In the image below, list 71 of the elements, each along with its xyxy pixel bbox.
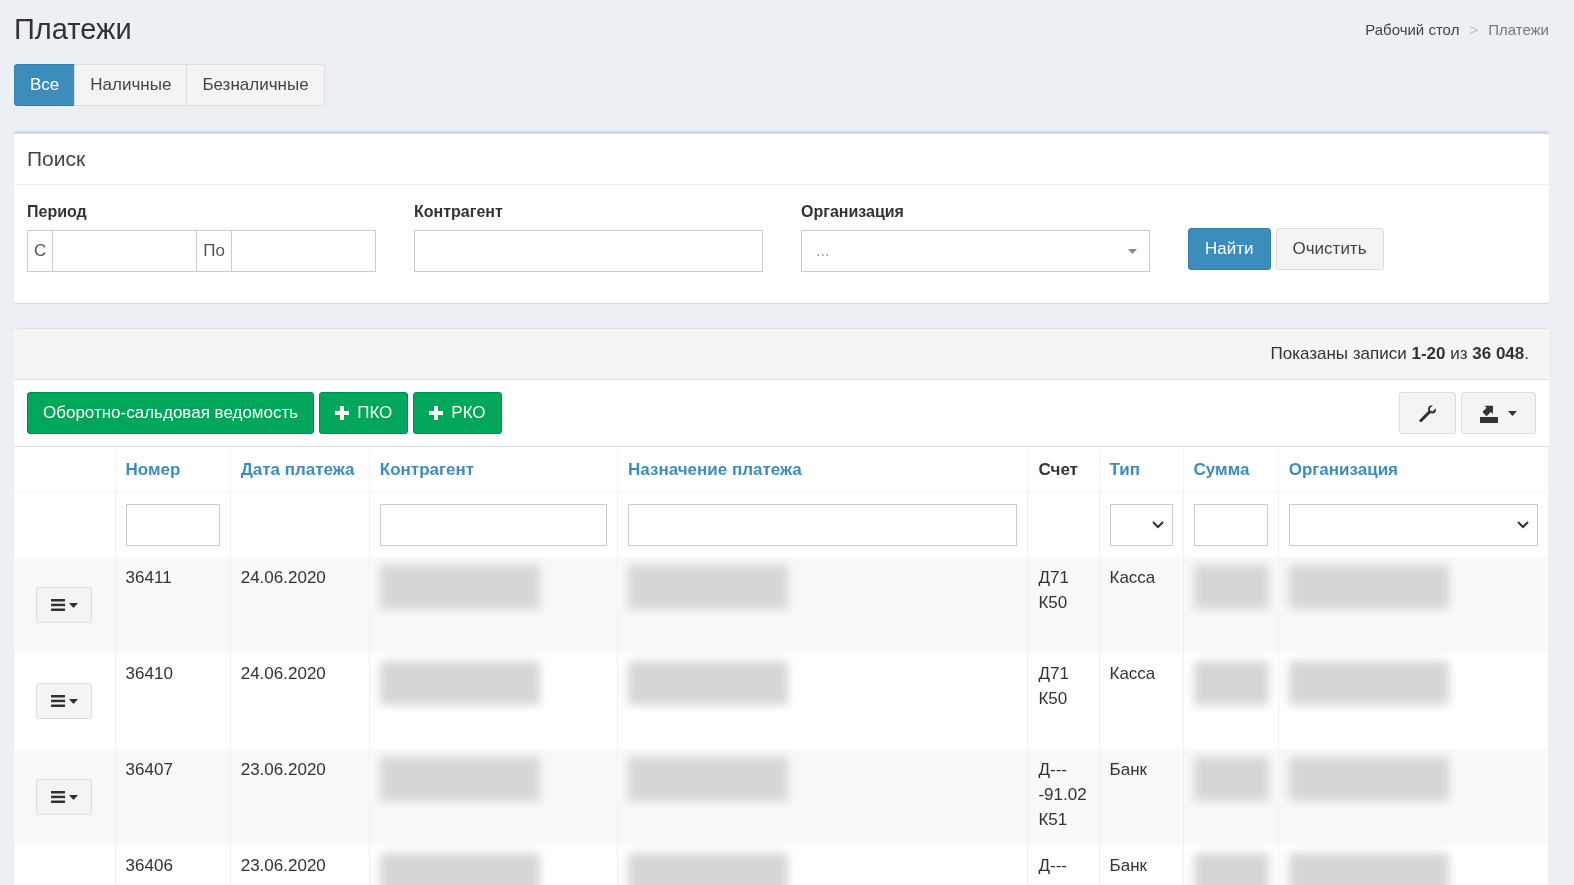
tab[interactable]: Все bbox=[14, 64, 76, 106]
table-cell-text: Банк bbox=[1109, 759, 1148, 781]
wrench-icon bbox=[1418, 403, 1437, 423]
select-field[interactable]: ... bbox=[801, 230, 1150, 272]
table-cell-text: Касса bbox=[1109, 567, 1157, 589]
input-addon: По bbox=[197, 230, 232, 272]
menu-icon bbox=[50, 791, 65, 803]
caret-icon bbox=[68, 698, 78, 704]
caret-icon bbox=[1128, 248, 1137, 254]
clear-button[interactable]: Очистить bbox=[1275, 228, 1384, 270]
date-to-field[interactable] bbox=[232, 230, 376, 272]
records-summary: Показаны записи 1-20 из 36 048. bbox=[1270, 344, 1529, 364]
input-field[interactable] bbox=[414, 230, 763, 272]
tab[interactable]: Безналичные bbox=[186, 64, 325, 106]
menu-icon bbox=[50, 599, 65, 611]
settings-button[interactable] bbox=[1399, 392, 1456, 434]
filter-field[interactable] bbox=[1193, 504, 1268, 546]
export-button[interactable] bbox=[1461, 392, 1536, 434]
column-sort-link[interactable]: Организация bbox=[1278, 447, 1549, 493]
filter-select[interactable] bbox=[1109, 504, 1173, 546]
column-header: Счет bbox=[1027, 447, 1099, 493]
field-label: Организация bbox=[801, 203, 905, 222]
search-button[interactable]: Найти bbox=[1188, 228, 1271, 270]
field-label: Период bbox=[27, 203, 88, 222]
breadcrumb-separator: > bbox=[1469, 20, 1479, 38]
breadcrumb-current: Платежи bbox=[1488, 20, 1549, 38]
chevron-icon bbox=[1151, 521, 1164, 529]
table-cell-text: Банк bbox=[1109, 855, 1148, 877]
table-cell-text: Д71 К50 bbox=[1038, 663, 1070, 710]
filter-field[interactable] bbox=[628, 504, 1018, 546]
table-cell-text: 36410 bbox=[125, 663, 174, 685]
input-addon: С bbox=[27, 230, 54, 272]
date-from-field[interactable] bbox=[53, 230, 198, 272]
table-cell-text: 36411 bbox=[125, 567, 173, 589]
column-sort-link[interactable]: Тип bbox=[1099, 447, 1184, 493]
table-cell-text: Д--- bbox=[1038, 855, 1068, 877]
table-cell-text: Д----91.02 К51 bbox=[1038, 759, 1088, 831]
table-cell-text: 24.06.2020 bbox=[240, 663, 327, 685]
menu-icon bbox=[50, 695, 65, 707]
table-cell-text: Касса bbox=[1109, 663, 1157, 685]
page-title: Платежи bbox=[14, 12, 132, 46]
column-sort-link[interactable]: Дата платежа bbox=[230, 447, 370, 493]
table-cell-text: 36407 bbox=[125, 759, 174, 781]
field-label: Контрагент bbox=[414, 203, 504, 222]
filter-field[interactable] bbox=[125, 504, 220, 546]
filter-field[interactable] bbox=[379, 504, 608, 546]
caret-icon bbox=[68, 602, 78, 608]
add-button[interactable]: ПКО bbox=[319, 392, 409, 434]
table-cell-text: 36406 bbox=[125, 855, 174, 877]
filter-select[interactable] bbox=[1288, 504, 1538, 546]
add-button[interactable]: РКО bbox=[413, 392, 502, 434]
column-sort-link[interactable]: Номер bbox=[115, 447, 231, 493]
table-cell-text: Д71 К50 bbox=[1038, 567, 1070, 614]
row-menu-button[interactable] bbox=[36, 779, 93, 815]
caret-icon bbox=[68, 794, 78, 800]
chevron-icon bbox=[1517, 521, 1529, 529]
row-menu-button[interactable] bbox=[36, 587, 93, 623]
column-sort-link[interactable]: Сумма bbox=[1183, 447, 1279, 493]
caret-icon bbox=[1508, 410, 1517, 416]
column-sort-link[interactable]: Назначение платежа bbox=[617, 447, 1028, 493]
table-cell-text: 23.06.2020 bbox=[240, 759, 327, 781]
plus-icon bbox=[335, 406, 350, 420]
plus-icon bbox=[429, 406, 444, 420]
table-cell-text: 23.06.2020 bbox=[240, 855, 327, 877]
panel-title: Поиск bbox=[27, 147, 86, 171]
column-sort-link[interactable]: Контрагент bbox=[369, 447, 618, 493]
tab[interactable]: Наличные bbox=[74, 64, 188, 106]
row-menu-button[interactable] bbox=[36, 683, 93, 719]
breadcrumb-link[interactable]: Рабочий стол bbox=[1365, 20, 1460, 38]
report-button[interactable]: Оборотно-сальдовая ведомость bbox=[27, 392, 315, 434]
table-cell-text: 24.06.2020 bbox=[240, 567, 327, 589]
